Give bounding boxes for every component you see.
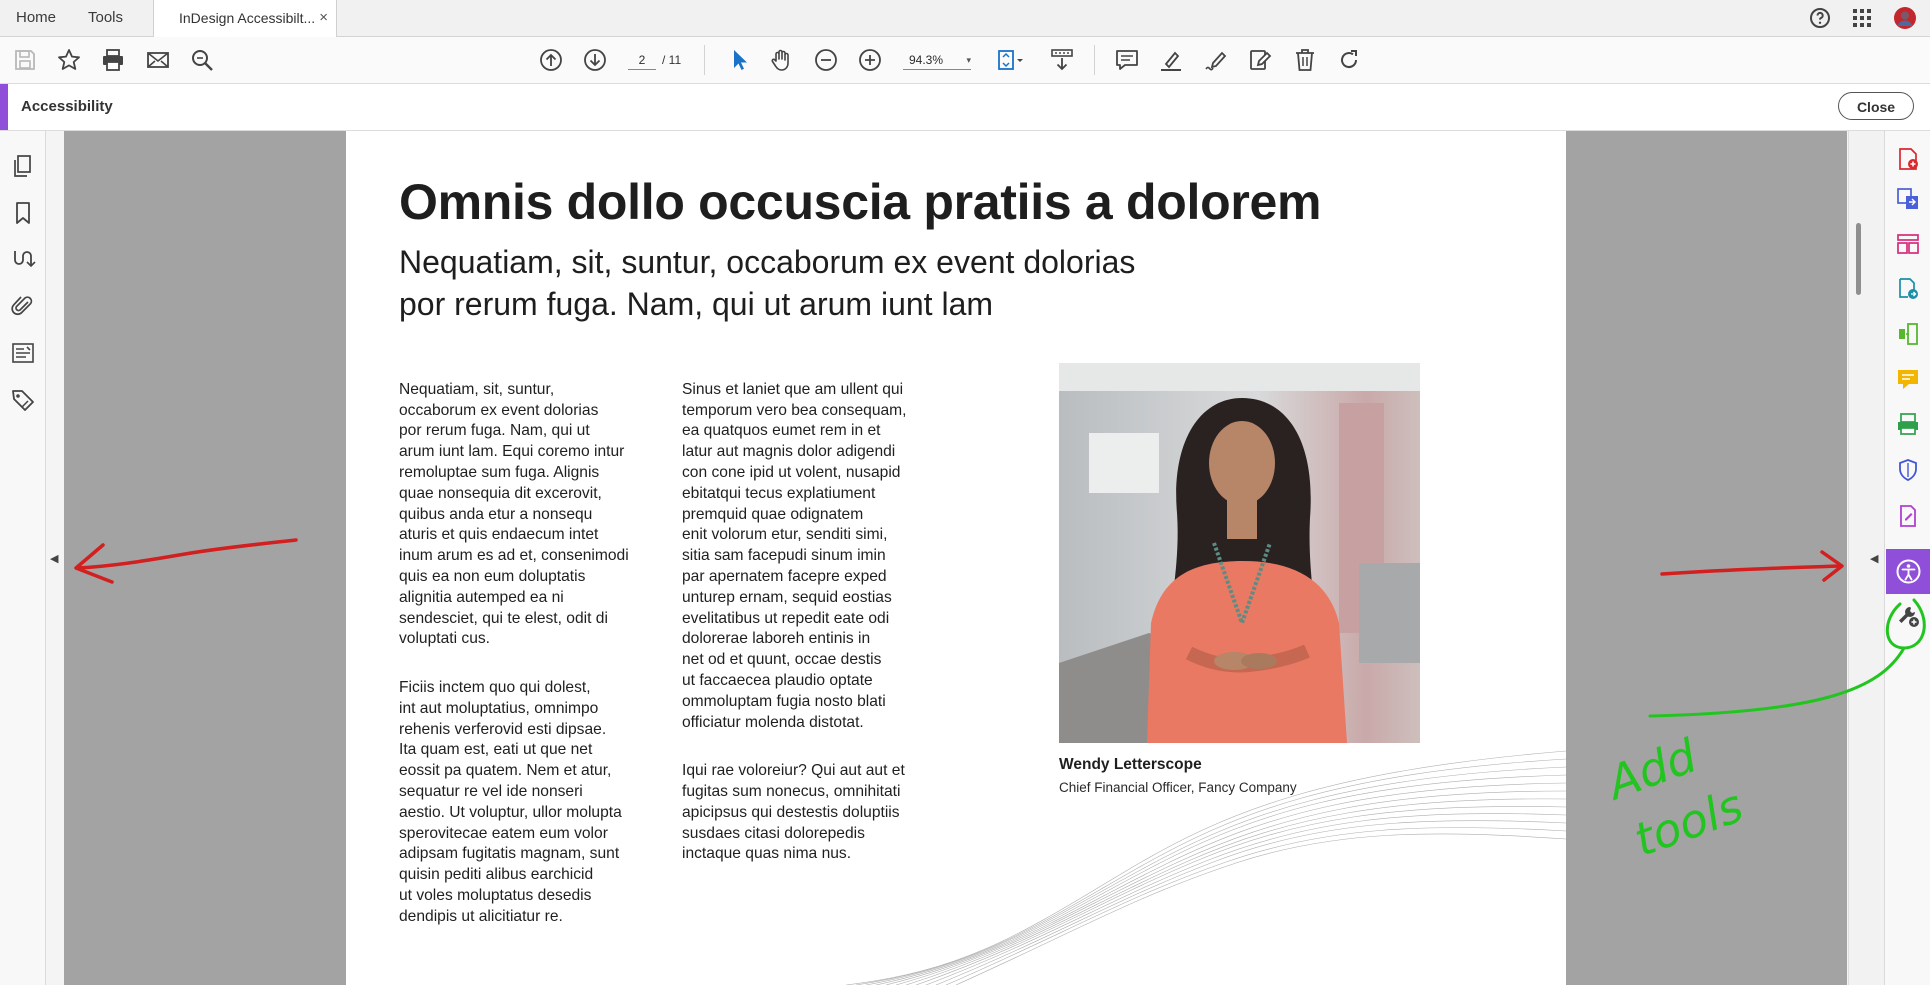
pdf-page: Omnis dollo occuscia pratiis a dolorem N…: [346, 131, 1566, 985]
save-icon[interactable]: [12, 47, 38, 73]
acrobat-window: Home Tools InDesign Accessibilt... × 2 /…: [0, 0, 1930, 985]
paragraph: Ficiis inctem quo qui dolest, int aut mo…: [399, 678, 622, 925]
scrollbar-thumb[interactable]: [1856, 223, 1861, 295]
comment-icon[interactable]: [1114, 47, 1140, 73]
page-up-icon[interactable]: [538, 47, 564, 73]
export-pdf-icon[interactable]: [1896, 187, 1920, 211]
comment-tool-icon[interactable]: [1896, 367, 1920, 391]
expand-left-pane-icon[interactable]: ◀: [50, 552, 58, 565]
bookmarks-icon[interactable]: [10, 200, 36, 226]
document-tab[interactable]: InDesign Accessibilt... ×: [153, 0, 337, 37]
delete-icon[interactable]: [1292, 47, 1318, 73]
vertical-scrollbar[interactable]: [1848, 131, 1884, 985]
content-icon[interactable]: [10, 340, 36, 366]
email-icon[interactable]: [145, 47, 171, 73]
rotate-icon[interactable]: [1336, 47, 1362, 73]
tags-icon[interactable]: [10, 387, 36, 413]
page-down-icon[interactable]: [582, 47, 608, 73]
print-icon[interactable]: [100, 47, 126, 73]
panel-title: Accessibility: [21, 98, 113, 115]
combine-files-icon[interactable]: [1896, 277, 1920, 301]
page-number-input[interactable]: 2: [628, 51, 656, 70]
apps-grid-icon[interactable]: [1850, 6, 1874, 30]
toolbar-divider: [704, 45, 705, 75]
sign-icon[interactable]: [1203, 47, 1229, 73]
select-cursor-icon[interactable]: [726, 47, 752, 73]
expand-right-pane-icon[interactable]: ◀: [1870, 552, 1878, 565]
create-pdf-icon[interactable]: [1896, 147, 1920, 171]
zoom-value: 94.3%: [909, 53, 944, 67]
left-navigation-pane: [0, 131, 46, 985]
paragraph: Nequatiam, sit, suntur, occaborum ex eve…: [399, 380, 629, 648]
main-toolbar: 2 / 11 94.3% ▾: [0, 37, 1930, 84]
highlight-icon[interactable]: [1158, 47, 1184, 73]
zoom-level-select[interactable]: 94.3% ▾: [903, 51, 971, 70]
right-tools-pane: [1884, 131, 1930, 985]
tools-tab[interactable]: Tools: [88, 0, 123, 36]
decorative-waves: [846, 750, 1566, 985]
document-title: Omnis dollo occuscia pratiis a dolorem: [399, 174, 1322, 230]
bookmark-star-icon[interactable]: [56, 47, 82, 73]
add-tools-icon[interactable]: [1896, 604, 1920, 628]
scroll-mode-icon[interactable]: [1049, 47, 1075, 73]
chevron-down-icon: ▾: [966, 55, 971, 65]
zoom-in-icon[interactable]: [857, 47, 883, 73]
page-total: / 11: [662, 53, 682, 67]
zoom-out-icon[interactable]: [813, 47, 839, 73]
help-icon[interactable]: [1808, 6, 1832, 30]
accessibility-tool-bar: Accessibility Close: [0, 84, 1930, 131]
close-tool-button[interactable]: Close: [1838, 92, 1914, 120]
document-subtitle: Nequatiam, sit, suntur, occaborum ex eve…: [399, 244, 1136, 322]
user-avatar[interactable]: [1893, 6, 1917, 30]
text-column-1: Nequatiam, sit, suntur, occaborum ex eve…: [399, 359, 679, 948]
fill-sign-icon[interactable]: [1896, 504, 1920, 528]
fit-page-icon[interactable]: [995, 47, 1027, 73]
accessibility-icon: [1896, 559, 1921, 584]
reading-order-icon[interactable]: [10, 247, 36, 273]
search-zoom-icon[interactable]: [189, 47, 215, 73]
document-tab-label: InDesign Accessibilt...: [179, 10, 316, 26]
edit-pdf-icon[interactable]: [1896, 232, 1920, 256]
protect-icon[interactable]: [1896, 458, 1920, 482]
portrait-photo: [1059, 363, 1420, 743]
menu-tab-bar: Home Tools InDesign Accessibilt... ×: [0, 0, 1930, 37]
accessibility-tool-button[interactable]: [1886, 549, 1930, 594]
redact-icon[interactable]: [1247, 47, 1273, 73]
page-thumbnails-icon[interactable]: [10, 153, 36, 179]
accent-stripe: [0, 84, 8, 130]
toolbar-divider: [1094, 45, 1095, 75]
home-tab[interactable]: Home: [16, 0, 56, 36]
hand-tool-icon[interactable]: [769, 47, 795, 73]
document-viewer: Omnis dollo occuscia pratiis a dolorem N…: [64, 131, 1847, 985]
attachments-icon[interactable]: [10, 293, 36, 319]
organize-pages-icon[interactable]: [1896, 322, 1920, 346]
paragraph: Sinus et laniet que am ullent qui tempor…: [682, 380, 907, 731]
close-tab-icon[interactable]: ×: [319, 0, 328, 36]
scan-ocr-icon[interactable]: [1896, 412, 1920, 436]
